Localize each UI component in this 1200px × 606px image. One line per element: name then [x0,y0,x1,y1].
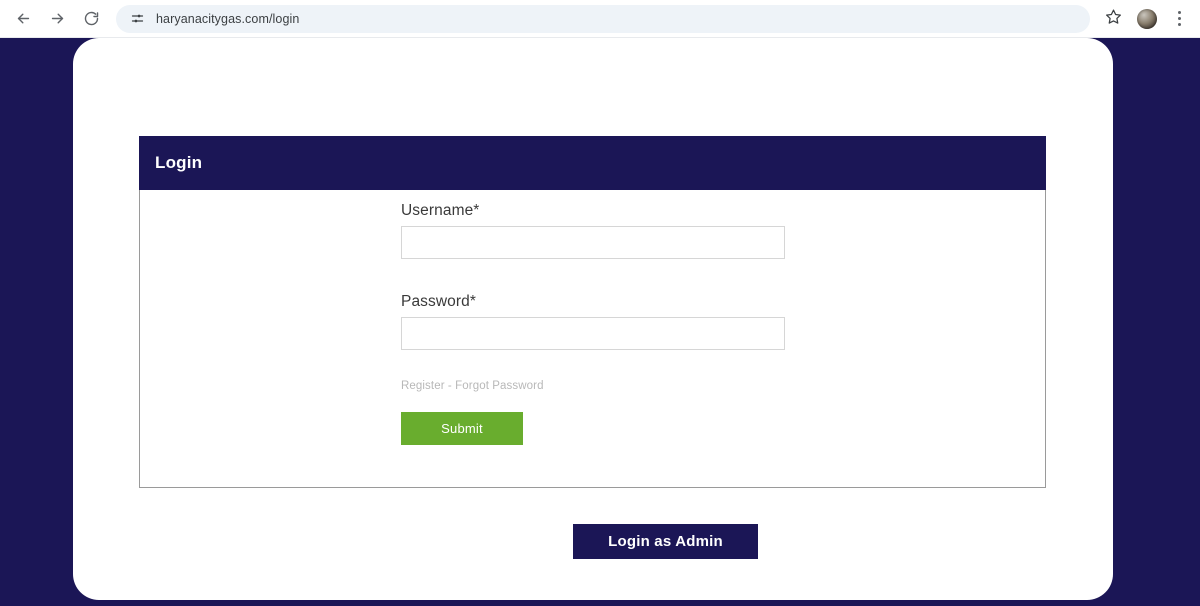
login-panel: Login Username* Password* Register - For… [139,136,1046,488]
password-label: Password* [401,293,476,310]
back-button[interactable] [8,4,38,34]
login-as-admin-button[interactable]: Login as Admin [573,524,758,559]
tune-icon[interactable] [128,10,146,28]
forgot-password-link[interactable]: Forgot Password [455,380,543,392]
username-label: Username* [401,202,480,219]
address-bar[interactable]: haryanacitygas.com/login [116,4,1090,33]
avatar[interactable] [1137,8,1157,29]
bookmark-button[interactable] [1098,4,1128,34]
toolbar-right-group [1098,4,1192,34]
menu-dot [1177,23,1181,26]
links-separator: - [444,380,456,392]
three-dot-menu-icon[interactable] [1166,4,1192,34]
browser-toolbar: haryanacitygas.com/login [0,0,1200,38]
reload-icon [83,10,100,27]
login-panel-header: Login [139,136,1046,190]
password-input[interactable] [401,317,785,350]
username-input[interactable] [401,226,785,259]
star-icon [1105,8,1122,30]
forward-button[interactable] [42,4,72,34]
arrow-right-icon [49,10,66,27]
login-panel-title: Login [155,153,203,172]
page-viewport: Login Username* Password* Register - For… [0,38,1200,606]
arrow-left-icon [15,10,32,27]
register-link[interactable]: Register [401,380,445,392]
page-content-card: Login Username* Password* Register - For… [73,38,1113,600]
reload-button[interactable] [76,4,106,34]
login-form: Username* Password* Register - Forgot Pa… [140,190,1045,487]
menu-dot [1177,11,1181,14]
submit-button[interactable]: Submit [401,412,523,445]
auth-links-row: Register - Forgot Password [401,380,544,392]
url-text[interactable]: haryanacitygas.com/login [156,12,299,26]
menu-dot [1177,17,1181,20]
